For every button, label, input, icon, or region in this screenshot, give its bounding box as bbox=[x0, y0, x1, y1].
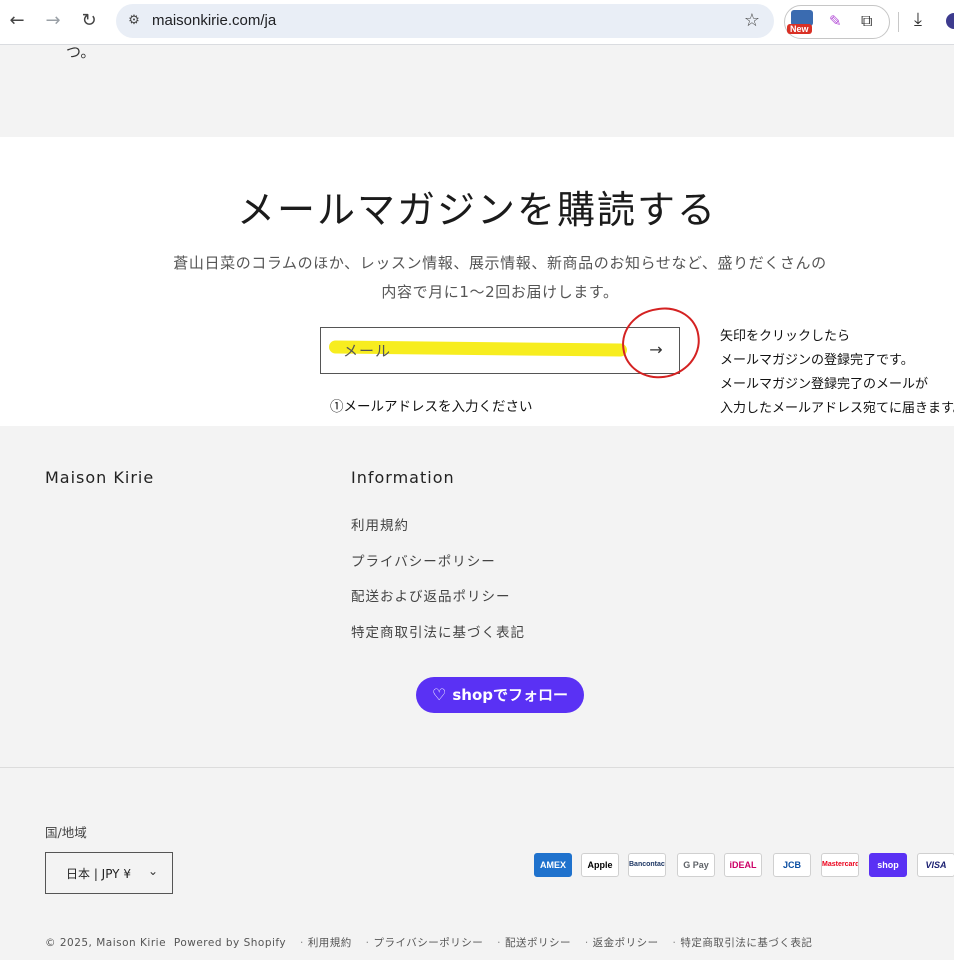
footer-copyright-row: © 2025, Maison Kirie Powered by Shopify … bbox=[45, 937, 813, 949]
download-icon[interactable]: ⤓ bbox=[914, 9, 922, 30]
bancontact-icon: Bancontact bbox=[628, 853, 666, 877]
footer-link-terms[interactable]: 利用規約 bbox=[351, 514, 525, 550]
copyright-text: © 2025, Maison Kirie bbox=[45, 937, 167, 949]
footer: Maison Kirie Information 利用規約 プライバシーポリシー… bbox=[0, 426, 954, 960]
footer-divider bbox=[0, 767, 954, 768]
region-value: 日本 | JPY ¥ bbox=[66, 867, 131, 881]
reload-icon[interactable]: ↻ bbox=[78, 10, 100, 32]
jcb-icon: JCB bbox=[773, 853, 811, 877]
desc-line-2: 内容で月に1〜2回お届けします。 bbox=[381, 283, 619, 301]
site-info-icon[interactable]: ⚙ bbox=[124, 11, 144, 31]
annotation-instructions: 矢印をクリックしたら メールマガジンの登録完了です。 メールマガジン登録完了のメ… bbox=[720, 324, 954, 420]
profile-avatar[interactable] bbox=[946, 13, 954, 29]
visa-icon: VISA bbox=[917, 853, 954, 877]
shop-follow-label: shopでフォロー bbox=[452, 686, 568, 704]
previous-section: つ。 bbox=[0, 43, 954, 137]
annotation-line: 入力したメールアドレス宛てに届きます。 bbox=[720, 400, 954, 415]
powered-by-link[interactable]: Powered by Shopify bbox=[174, 937, 286, 949]
policy-link-shipping[interactable]: 配送ポリシー bbox=[505, 937, 571, 949]
desc-line-1: 蒼山日菜のコラムのほか、レッスン情報、展示情報、新商品のお知らせなど、盛りだくさ… bbox=[173, 254, 827, 272]
policy-link-legal[interactable]: 特定商取引法に基づく表記 bbox=[680, 937, 812, 949]
newsletter-description: 蒼山日菜のコラムのほか、レッスン情報、展示情報、新商品のお知らせなど、盛りだくさ… bbox=[140, 249, 860, 307]
shop-pay-icon: shop bbox=[869, 853, 907, 877]
amex-icon: AMEX bbox=[534, 853, 572, 877]
forward-icon[interactable]: → bbox=[42, 10, 64, 32]
shop-follow-button[interactable]: ♡ shopでフォロー bbox=[416, 677, 584, 713]
text-fragment: つ。 bbox=[66, 43, 96, 61]
footer-brand: Maison Kirie bbox=[45, 468, 155, 487]
footer-info-links: 利用規約 プライバシーポリシー 配送および返品ポリシー 特定商取引法に基づく表記 bbox=[351, 514, 525, 656]
newsletter-section: メールマガジンを購読する 蒼山日菜のコラムのほか、レッスン情報、展示情報、新商品… bbox=[0, 137, 954, 426]
extensions-group: New ✎ ⧉ bbox=[784, 5, 890, 39]
google-pay-icon: G Pay bbox=[677, 853, 715, 877]
back-icon[interactable]: ← bbox=[6, 10, 28, 32]
annotation-step-1: ①メールアドレスを入力ください bbox=[330, 399, 533, 414]
pen-extension-icon[interactable]: ✎ bbox=[829, 12, 842, 30]
newsletter-title: メールマガジンを購読する bbox=[236, 188, 717, 232]
annotation-line: メールマガジンの登録完了です。 bbox=[720, 352, 914, 367]
ideal-icon: iDEAL bbox=[724, 853, 762, 877]
footer-link-shipping-returns[interactable]: 配送および返品ポリシー bbox=[351, 585, 525, 621]
annotation-line: 矢印をクリックしたら bbox=[720, 328, 851, 343]
footer-info-title: Information bbox=[351, 468, 455, 487]
url-text: maisonkirie.com/ja bbox=[152, 12, 277, 29]
address-bar[interactable]: ⚙ maisonkirie.com/ja ☆ bbox=[116, 4, 774, 38]
extension-new-badge: New bbox=[787, 24, 812, 34]
bookmark-star-icon[interactable]: ☆ bbox=[744, 10, 760, 31]
email-placeholder: メール bbox=[343, 342, 392, 360]
toolbar-divider bbox=[898, 12, 899, 32]
heart-icon: ♡ bbox=[432, 685, 447, 704]
policy-link-refund[interactable]: 返金ポリシー bbox=[593, 937, 659, 949]
annotation-line: メールマガジン登録完了のメールが bbox=[720, 376, 929, 391]
region-selector[interactable]: 日本 | JPY ¥ ⌄ bbox=[45, 852, 173, 894]
region-label: 国/地域 bbox=[45, 825, 87, 840]
policy-link-privacy[interactable]: プライバシーポリシー bbox=[374, 937, 484, 949]
footer-link-legal-notice[interactable]: 特定商取引法に基づく表記 bbox=[351, 621, 525, 657]
puzzle-extensions-icon[interactable]: ⧉ bbox=[861, 11, 872, 31]
mastercard-icon: Mastercard bbox=[821, 853, 859, 877]
policy-link-terms[interactable]: 利用規約 bbox=[308, 937, 352, 949]
footer-link-privacy[interactable]: プライバシーポリシー bbox=[351, 550, 525, 586]
apple-pay-icon: Apple Pay bbox=[581, 853, 619, 877]
browser-toolbar: ← → ↻ ⚙ maisonkirie.com/ja ☆ New ✎ ⧉ ⤓ bbox=[0, 0, 954, 45]
chevron-down-icon: ⌄ bbox=[147, 864, 158, 878]
